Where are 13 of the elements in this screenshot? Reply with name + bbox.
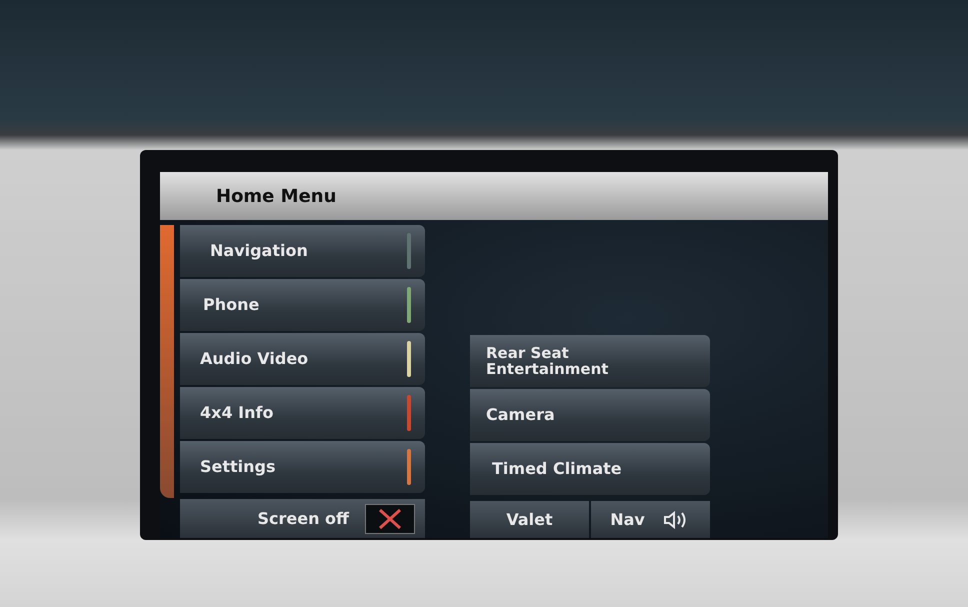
menu-button[interactable]: Audio Video <box>180 333 425 385</box>
menu-button[interactable]: Timed Climate <box>470 443 710 495</box>
menu-button[interactable]: Rear Seat Entertainment <box>470 335 710 387</box>
menu-button[interactable]: 4x4 Info <box>180 387 425 439</box>
menu-button[interactable]: Valet <box>470 501 589 538</box>
menu-button[interactable]: Phone <box>180 279 425 331</box>
menu-button[interactable]: Navigation <box>180 225 425 277</box>
screen-off-button[interactable]: Screen off <box>180 499 425 538</box>
menu-button[interactable]: Camera <box>470 389 710 441</box>
screen-title: Home Menu <box>216 186 336 206</box>
menu-button[interactable]: Settings <box>180 441 425 493</box>
menu-button[interactable]: Nav <box>591 501 710 538</box>
close-icon <box>378 508 402 530</box>
